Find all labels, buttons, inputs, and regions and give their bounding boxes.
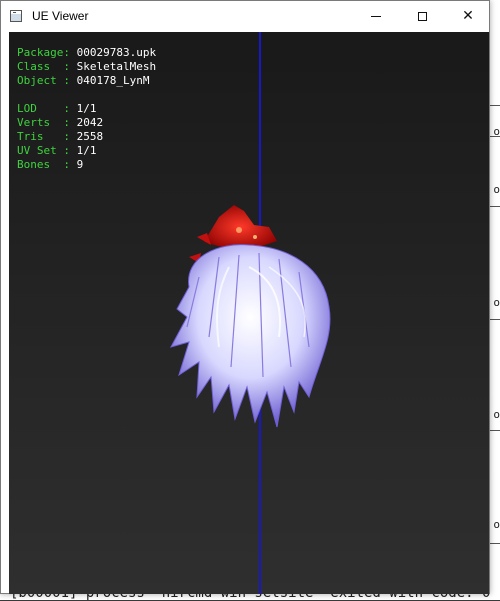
info-value: 1/1: [76, 144, 97, 157]
mesh-info-overlay: Package: 00029783.upk Class : SkeletalMe…: [17, 46, 156, 172]
window-title: UE Viewer: [32, 9, 89, 23]
info-key: Package:: [17, 46, 70, 59]
info-value: SkeletalMesh: [76, 60, 157, 73]
console-glyph: o: [493, 183, 500, 196]
info-key: Class :: [17, 60, 70, 73]
info-key: Verts :: [17, 116, 70, 129]
console-line: [490, 543, 500, 544]
ue-viewer-window: UE Viewer ✕ Package: 00029783.upk Class …: [0, 0, 490, 594]
info-key: Object :: [17, 74, 70, 87]
info-row-tris: Tris : 2558: [17, 130, 156, 144]
info-row-class: Class : SkeletalMesh: [17, 60, 156, 74]
skeletal-mesh-model[interactable]: [159, 197, 339, 432]
hair-shape: [170, 244, 331, 428]
console-glyph: o: [493, 296, 500, 309]
info-row-uvset: UV Set : 1/1: [17, 144, 156, 158]
info-key: UV Set :: [17, 144, 70, 157]
info-value: 2558: [76, 130, 104, 143]
info-row-verts: Verts : 2042: [17, 116, 156, 130]
close-button[interactable]: ✕: [445, 1, 491, 31]
console-glyph: o: [493, 408, 500, 421]
info-value: 9: [76, 158, 84, 171]
info-row-lod: LOD : 1/1: [17, 102, 156, 116]
console-glyph: o: [493, 518, 500, 531]
console-line: [490, 136, 500, 137]
console-line: [490, 105, 500, 106]
minimize-icon: [371, 15, 381, 17]
info-value: 1/1: [76, 102, 97, 115]
title-bar[interactable]: UE Viewer ✕: [1, 1, 489, 31]
info-key: Tris :: [17, 130, 70, 143]
info-row-bones: Bones : 9: [17, 158, 156, 172]
info-value: 2042: [76, 116, 104, 129]
minimize-button[interactable]: [353, 1, 399, 31]
info-row-object: Object : 040178_LynM: [17, 74, 156, 88]
app-window-icon: [10, 10, 22, 22]
close-icon: ✕: [462, 8, 474, 24]
info-row-package: Package: 00029783.upk: [17, 46, 156, 60]
console-line: [490, 319, 500, 320]
info-key: Bones :: [17, 158, 70, 171]
3d-viewport[interactable]: Package: 00029783.upk Class : SkeletalMe…: [9, 32, 489, 594]
maximize-button[interactable]: [399, 1, 445, 31]
console-line: [490, 206, 500, 207]
maximize-icon: [417, 11, 427, 21]
info-key: LOD :: [17, 102, 70, 115]
info-value: 040178_LynM: [76, 74, 150, 87]
console-line: [490, 430, 500, 431]
info-value: 00029783.upk: [76, 46, 157, 59]
